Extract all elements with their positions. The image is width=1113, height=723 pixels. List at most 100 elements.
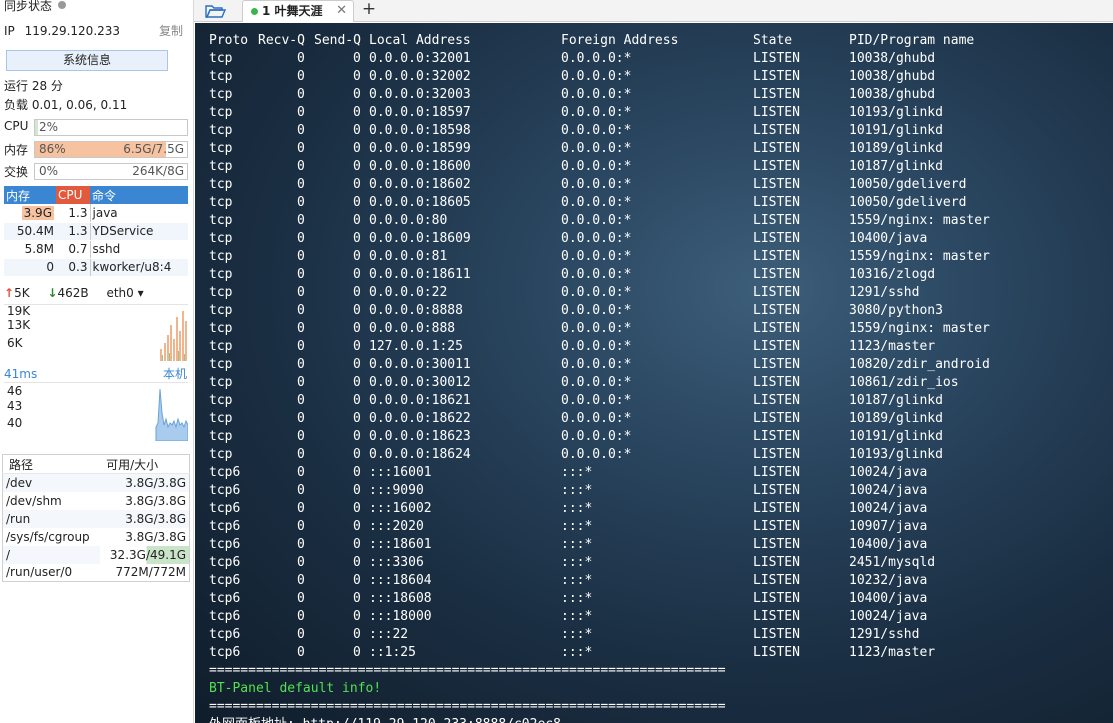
netstat-cell: 10187/glinkd (849, 393, 943, 408)
netstat-cell: 0.0.0.0:* (561, 303, 632, 318)
netstat-cell: tcp6 (209, 573, 241, 588)
ip-value: 119.29.120.233 (24, 24, 121, 38)
netstat-cell: LISTEN (753, 573, 800, 588)
netstat-cell: 0.0.0.0:* (561, 195, 632, 210)
disk-row[interactable]: /run 3.8G/3.8G (2, 509, 190, 528)
netstat-cell: LISTEN (753, 375, 800, 390)
copy-ip-link[interactable]: 复制 (159, 22, 183, 40)
netstat-cell: 0 (297, 447, 305, 462)
netstat-cell: 1291/sshd (849, 627, 920, 642)
netstat-cell: LISTEN (753, 177, 800, 192)
netstat-cell: 0.0.0.0:30011 (369, 357, 471, 372)
disk-header-size[interactable]: 可用/大小 (100, 454, 190, 474)
netstat-cell: :::* (561, 591, 593, 606)
netstat-cell: LISTEN (753, 591, 800, 606)
netstat-cell: 0.0.0.0:18602 (369, 177, 471, 192)
mem-meter: 86% 6.5G/7.5G (34, 141, 188, 158)
proc-header-cpu[interactable]: CPU (56, 186, 90, 204)
proc-cmd: java (89, 204, 188, 223)
interface-select[interactable]: eth0 ▾ (106, 286, 143, 300)
netstat-cell: tcp (209, 339, 233, 354)
netstat-cell: tcp (209, 357, 233, 372)
netstat-cell: 0.0.0.0:22 (369, 285, 448, 300)
close-icon[interactable]: ✕ (336, 1, 347, 21)
netstat-cell: 0 (353, 555, 361, 570)
netstat-cell: 1123/master (849, 339, 936, 354)
proc-cpu: 0.7 (56, 240, 90, 259)
process-row[interactable]: 50.4M 1.3 YDService (4, 222, 188, 241)
netstat-cell: 0.0.0.0:18605 (369, 195, 471, 210)
netstat-cell: :::* (561, 627, 593, 642)
netstat-cell: 0 (353, 105, 361, 120)
proc-header-cmd[interactable]: 命令 (90, 186, 188, 204)
netstat-header-cell: Foreign Address (561, 33, 679, 48)
netstat-cell: tcp (209, 69, 233, 84)
mem-percent: 86% (39, 142, 66, 156)
netstat-cell: 10861/zdir_ios (849, 375, 959, 390)
netstat-cell: 0.0.0.0:18600 (369, 159, 471, 174)
netstat-cell: 0 (353, 321, 361, 336)
netstat-cell: 10024/java (849, 465, 928, 480)
terminal-output[interactable]: Proto Recv-Q Send-Q Local Address Foreign Ad… (195, 23, 1113, 723)
disk-path: /sys/fs/cgroup (6, 529, 90, 544)
netstat-cell: tcp (209, 375, 233, 390)
tab-session-1[interactable]: 1 叶舞天涯 ✕ (242, 0, 354, 22)
swap-usage: 264K/8G (132, 164, 184, 178)
netstat-cell: LISTEN (753, 303, 800, 318)
netstat-cell: 0 (297, 249, 305, 264)
netstat-cell: 10024/java (849, 483, 928, 498)
disk-row[interactable]: /dev/shm 3.8G/3.8G (3, 492, 190, 510)
disk-row[interactable]: /dev 3.8G/3.8G (2, 473, 190, 492)
netstat-header-cell: State (753, 33, 793, 48)
ip-row: IP 119.29.120.233 复制 (4, 22, 187, 40)
disk-header-path[interactable]: 路径 (2, 454, 101, 474)
cpu-label: CPU (4, 119, 29, 133)
netstat-cell: 0 (297, 87, 305, 102)
netstat-header-cell: PID/Program name (849, 33, 975, 48)
upload-rate: 5K (14, 286, 30, 300)
netstat-cell: :::* (561, 465, 593, 480)
sync-status-title: 同步状态 (4, 0, 53, 13)
netstat-cell: LISTEN (753, 465, 800, 480)
process-row[interactable]: 3.9G 1.3 java (4, 204, 188, 223)
open-folder-button[interactable] (202, 1, 230, 21)
disk-size: 3.8G/3.8G (125, 493, 186, 508)
netstat-cell: 10189/glinkd (849, 141, 943, 156)
ping-chart: 46 43 40 (4, 382, 188, 441)
netstat-cell: 0.0.0.0:* (561, 159, 632, 174)
netstat-cell: 0.0.0.0:* (561, 411, 632, 426)
download-arrow-icon: ↓ (47, 286, 58, 300)
process-row[interactable]: 5.8M 0.7 sshd (4, 240, 188, 259)
disk-path: /dev (2, 473, 101, 492)
netstat-cell: :::* (561, 573, 593, 588)
netstat-cell: 0 (297, 609, 305, 624)
netstat-cell: LISTEN (753, 69, 800, 84)
system-info-button[interactable]: 系统信息 (6, 50, 168, 71)
upload-arrow-icon: ↑ (4, 286, 15, 300)
disk-row[interactable]: /sys/fs/cgroup 3.8G/3.8G (3, 528, 190, 546)
netstat-cell: LISTEN (753, 519, 800, 534)
netstat-cell: tcp (209, 393, 233, 408)
netstat-cell: :::22 (369, 627, 409, 642)
netstat-cell: tcp (209, 141, 233, 156)
proc-header-mem[interactable]: 内存 (4, 186, 56, 204)
netstat-cell: tcp (209, 213, 233, 228)
netstat-cell: 2451/mysqld (849, 555, 936, 570)
netstat-cell: 0.0.0.0:* (561, 141, 632, 156)
ping-target[interactable]: 本机 (163, 365, 187, 383)
new-tab-button[interactable]: + (358, 0, 380, 20)
process-row[interactable]: 0 0.3 kworker/u8:4 (4, 258, 188, 277)
netstat-cell: 0 (297, 627, 305, 642)
netstat-cell: 0 (297, 375, 305, 390)
disk-row[interactable]: /run/user/0 772M/772M (3, 564, 190, 582)
netstat-cell: 0.0.0.0:* (561, 51, 632, 66)
proc-mem: 5.8M (4, 240, 56, 259)
disk-row[interactable]: /32.3G/49.1G (2, 545, 190, 564)
netstat-cell: :::16002 (369, 501, 432, 516)
netstat-cell: 0 (353, 609, 361, 624)
netstat-cell: 0 (353, 339, 361, 354)
netstat-cell: :::18601 (369, 537, 432, 552)
netstat-cell: 0 (353, 69, 361, 84)
netstat-header-cell: Send-Q (314, 33, 361, 48)
netstat-cell: LISTEN (753, 339, 800, 354)
